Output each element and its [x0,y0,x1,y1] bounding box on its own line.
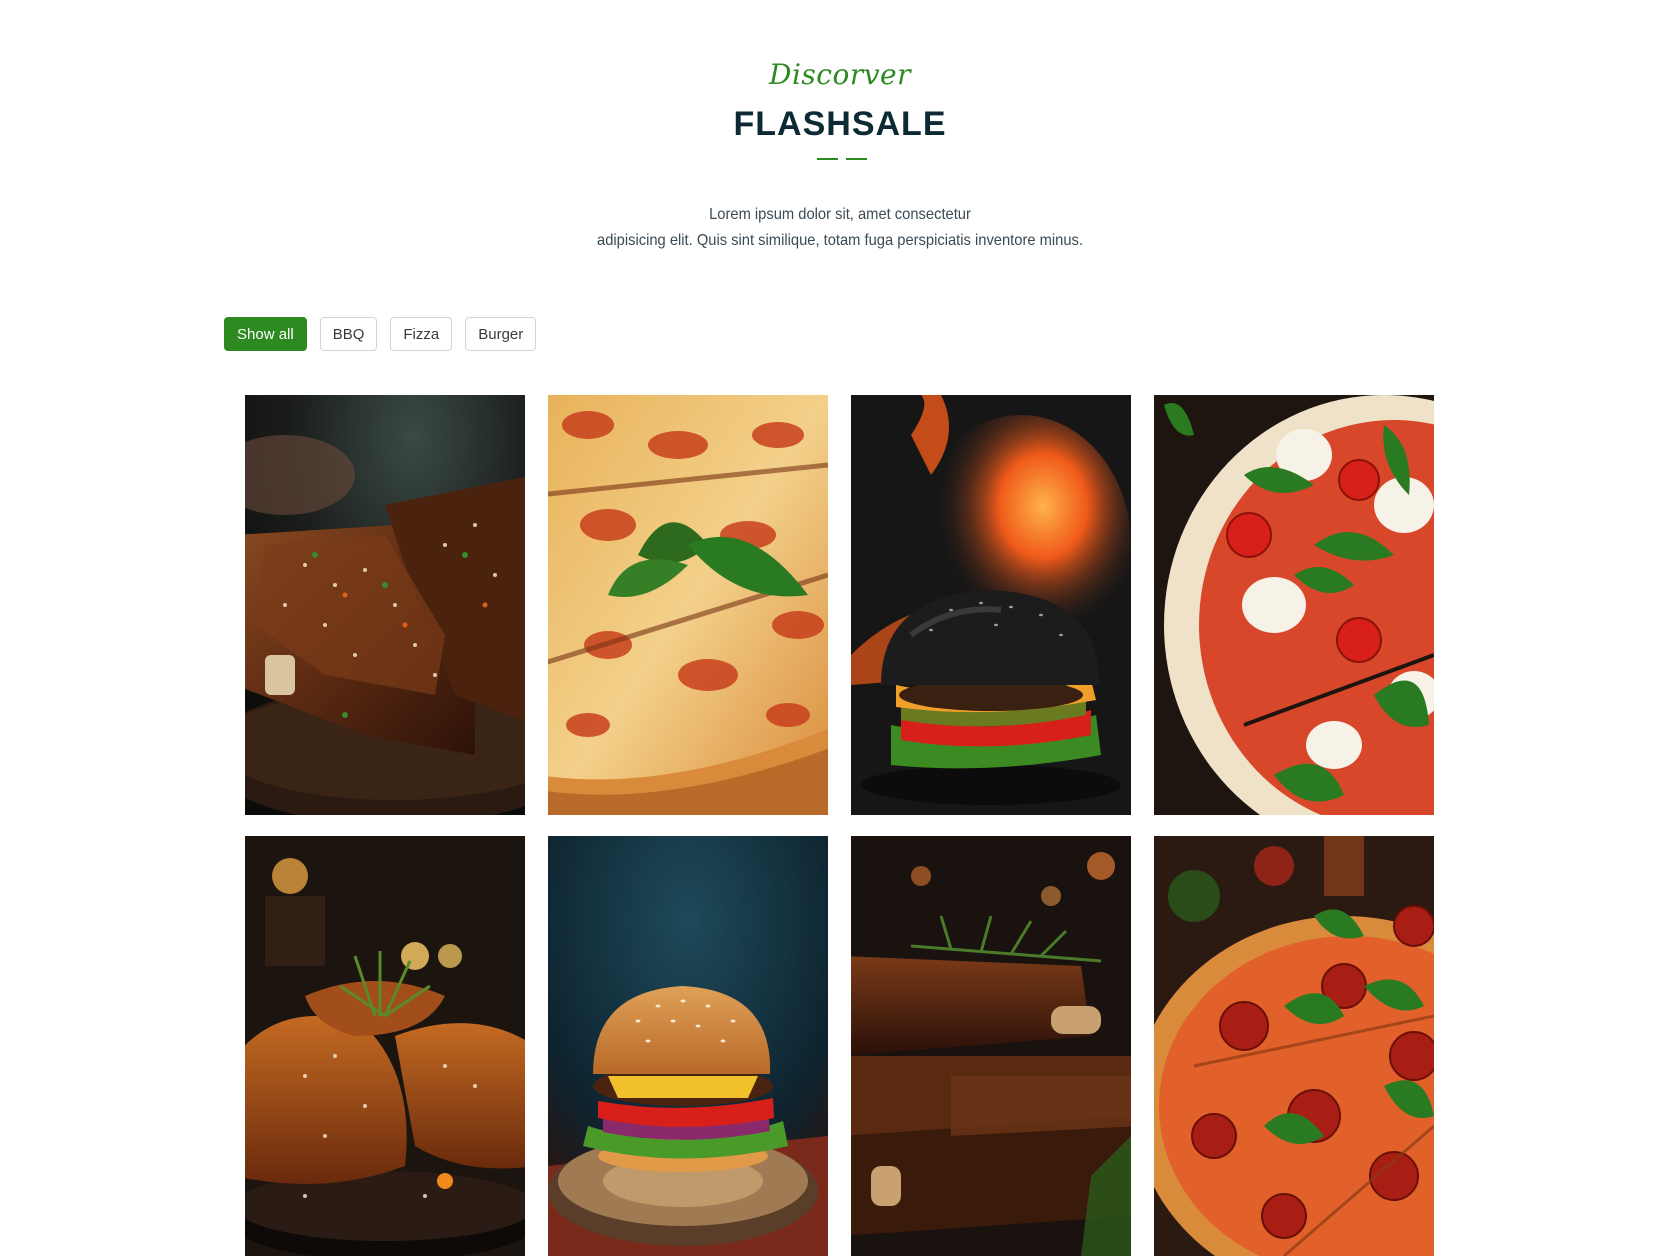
description-line: Lorem ipsum dolor sit, amet consectetur [709,206,971,223]
section-description: Lorem ipsum dolor sit, amet consectetur … [0,202,1680,254]
filter-bar: Show all BBQ Fizza Burger [224,317,537,351]
gallery-item-bbq-ribs[interactable] [245,395,525,815]
bbq-ribs-photo [245,395,525,815]
pizza-slices-photo [548,395,828,815]
gallery-item-stacked-ribs[interactable] [851,836,1131,1256]
section-eyebrow: Discorver [769,58,911,91]
filter-burger-button[interactable]: Burger [465,317,537,351]
gallery-item-margherita-pizza[interactable] [1154,395,1434,815]
gallery-item-pepperoni-pizza[interactable] [1154,836,1434,1256]
filter-show-all-button[interactable]: Show all [224,317,307,351]
glazed-chicken-photo [245,836,525,1256]
gallery-item-black-burger[interactable] [851,395,1131,815]
black-burger-photo [851,395,1131,815]
stacked-ribs-photo [851,836,1131,1256]
classic-burger-photo [548,836,828,1256]
pepperoni-pizza-photo [1154,836,1434,1256]
gallery-item-classic-burger[interactable] [548,836,828,1256]
filter-bbq-button[interactable]: BBQ [319,317,378,351]
gallery-item-pizza-slices[interactable] [548,395,828,815]
title-divider [817,158,867,160]
gallery-item-glazed-chicken[interactable] [245,836,525,1256]
food-gallery [245,395,1434,1256]
description-line: adipisicing elit. Quis sint similique, t… [597,232,1083,249]
filter-pizza-button[interactable]: Fizza [390,317,453,351]
margherita-pizza-photo [1154,395,1434,815]
section-title: FLASHSALE [733,105,947,143]
